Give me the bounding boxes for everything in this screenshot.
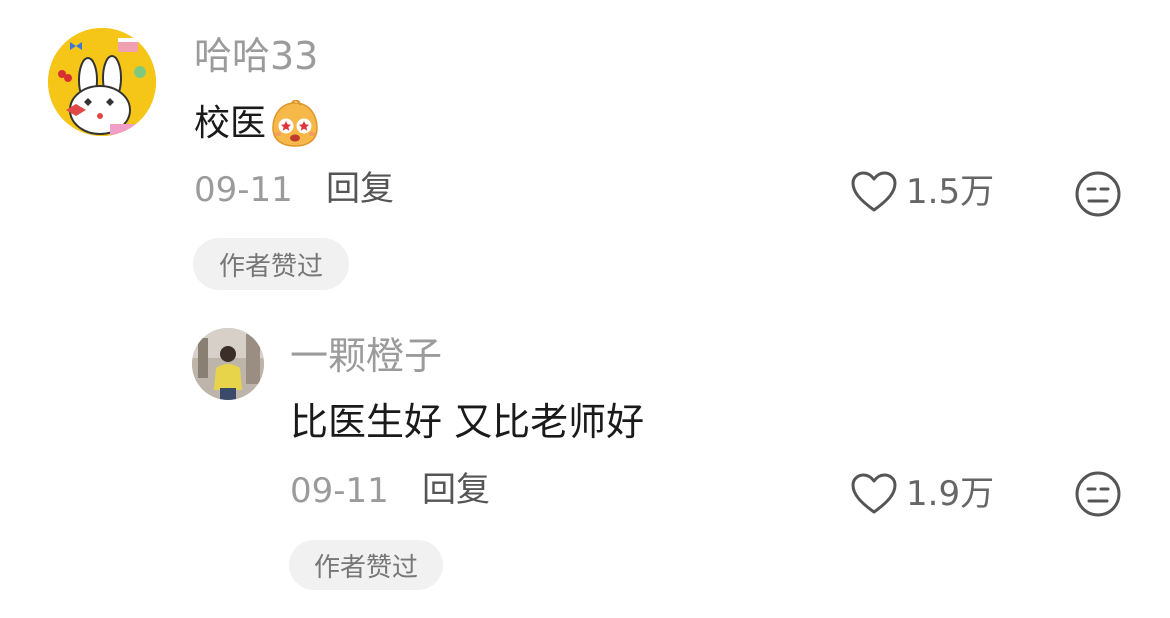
author-liked-badge: 作者赞过 — [289, 540, 443, 590]
reply-button[interactable]: 回复 — [422, 470, 490, 510]
avatar[interactable] — [192, 328, 264, 400]
comment-text-content: 校医 — [194, 103, 267, 144]
like-button[interactable]: 1.9万 — [850, 470, 994, 518]
username[interactable]: 哈哈33 — [194, 34, 318, 78]
dislike-button[interactable] — [1074, 470, 1122, 522]
author-liked-badge: 作者赞过 — [193, 238, 349, 290]
person-photo-avatar-icon — [192, 328, 264, 400]
heart-icon — [851, 473, 897, 514]
comment: 哈哈33 校医 09-11 回复 1.5万 作者赞过 — [0, 0, 1170, 300]
heart-icon — [851, 171, 897, 212]
dislike-button[interactable] — [1074, 170, 1122, 222]
like-count: 1.5万 — [906, 172, 995, 212]
comment-text: 比医生好 又比老师好 — [290, 400, 645, 444]
comment-date: 09-11 — [194, 170, 293, 210]
comment-text: 校医 — [194, 100, 320, 148]
neutral-face-icon — [1075, 171, 1121, 217]
like-count: 1.9万 — [906, 474, 995, 514]
cartoon-bunny-avatar-icon — [48, 28, 156, 136]
comment-date: 09-11 — [290, 471, 389, 511]
avatar[interactable] — [48, 28, 156, 136]
excited-face-emoji-icon — [272, 100, 318, 147]
reply-comment: 一颗橙子 比医生好 又比老师好 09-11 回复 1.9万 作者赞过 — [0, 300, 1170, 618]
like-button[interactable]: 1.5万 — [850, 168, 994, 216]
reply-button[interactable]: 回复 — [326, 169, 394, 209]
neutral-face-icon — [1075, 471, 1121, 517]
username[interactable]: 一颗橙子 — [290, 334, 442, 378]
